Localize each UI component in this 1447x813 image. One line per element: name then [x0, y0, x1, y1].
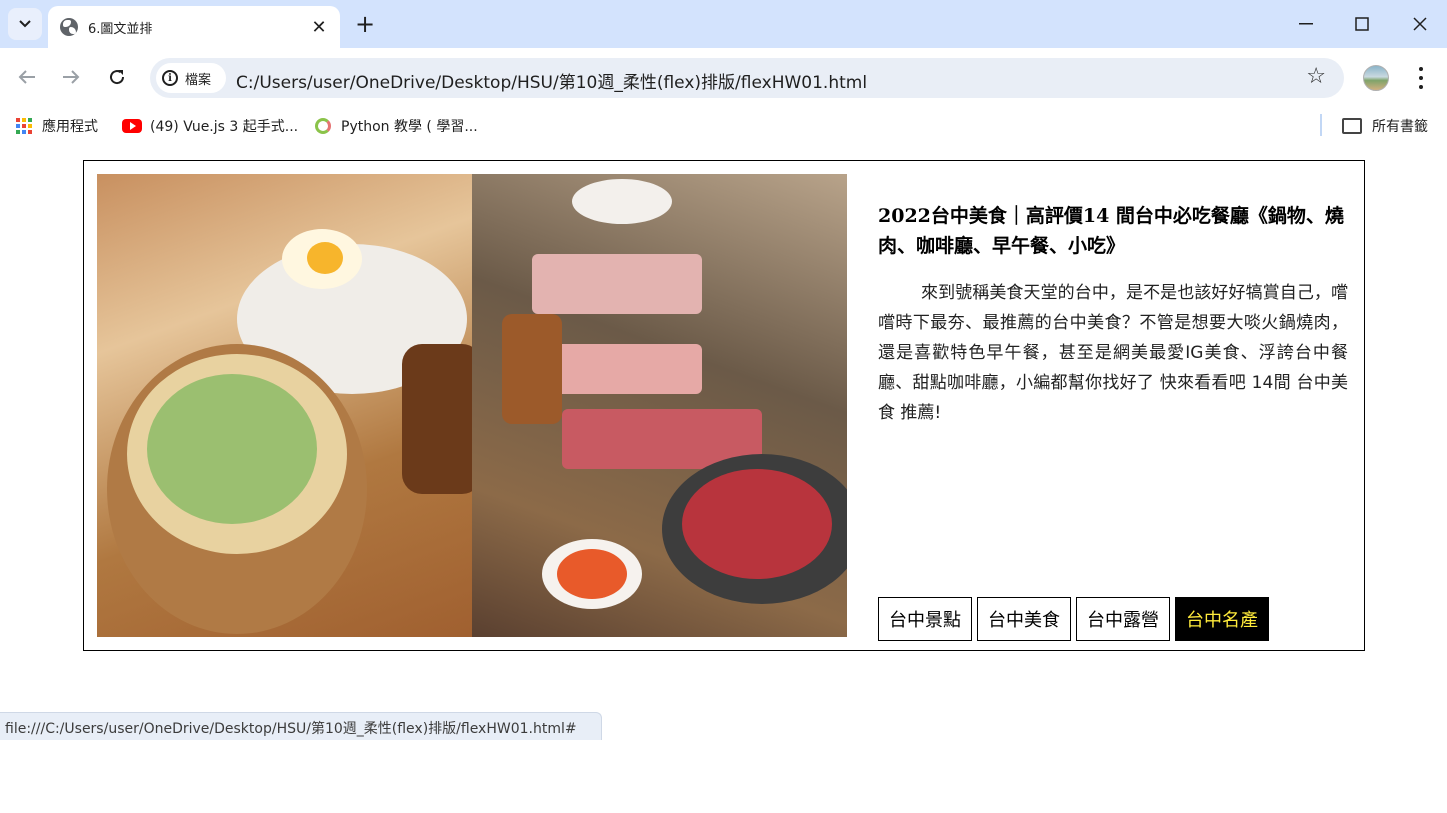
bookmarks-separator — [1320, 114, 1322, 136]
bookmark-label: Python 教學 ( 學習... — [341, 119, 478, 135]
bookmark-apps[interactable]: 應用程式 — [16, 116, 98, 136]
profile-avatar[interactable] — [1363, 65, 1389, 91]
globe-icon — [60, 18, 78, 36]
menu-dots-icon[interactable] — [1410, 64, 1432, 92]
arrow-right-icon — [63, 70, 80, 84]
bookmark-label: (49) Vue.js 3 起手式... — [150, 119, 299, 135]
chevron-down-icon — [19, 20, 31, 28]
bookmark-label: 應用程式 — [42, 119, 98, 135]
youtube-icon — [122, 119, 142, 133]
apps-grid-icon — [16, 118, 32, 134]
tag-button[interactable]: 台中景點 — [878, 597, 972, 641]
status-bar-url: file:///C:/Users/user/OneDrive/Desktop/H… — [0, 712, 602, 740]
maximize-icon — [1355, 17, 1369, 31]
article-text: 2022台中美食｜高評價14 間台中必吃餐廳《鍋物、燒肉、咖啡廳、早午餐、小吃》… — [878, 201, 1348, 428]
folder-icon — [1342, 118, 1362, 134]
all-bookmarks[interactable]: 所有書籤 — [1342, 116, 1428, 136]
site-info-chip[interactable]: i 檔案 — [156, 63, 226, 93]
tag-button[interactable]: 台中露營 — [1076, 597, 1170, 641]
browser-window: 6.圖文並排 ✕ + i 檔案 C:/Users/user/OneDrive/D… — [0, 0, 1447, 740]
bookmarks-bar: 應用程式 (49) Vue.js 3 起手式... Python 教學 ( 學習… — [0, 108, 1447, 142]
tag-button[interactable]: 台中美食 — [977, 597, 1071, 641]
info-icon: i — [162, 70, 178, 86]
page-content: 2022台中美食｜高評價14 間台中必吃餐廳《鍋物、燒肉、咖啡廳、早午餐、小吃》… — [0, 142, 1447, 740]
maximize-button[interactable] — [1342, 8, 1382, 40]
url-text[interactable]: C:/Users/user/OneDrive/Desktop/HSU/第10週_… — [236, 68, 867, 93]
address-bar[interactable]: i 檔案 C:/Users/user/OneDrive/Desktop/HSU/… — [150, 58, 1344, 98]
article-title: 2022台中美食｜高評價14 間台中必吃餐廳《鍋物、燒肉、咖啡廳、早午餐、小吃》 — [878, 205, 1344, 257]
python-icon — [315, 118, 331, 134]
forward-button[interactable] — [56, 62, 86, 92]
tab-strip: 6.圖文並排 ✕ + — [0, 0, 1447, 48]
article-card: 2022台中美食｜高評價14 間台中必吃餐廳《鍋物、燒肉、咖啡廳、早午餐、小吃》… — [83, 160, 1365, 651]
close-window-button[interactable] — [1400, 8, 1440, 40]
reload-button[interactable] — [102, 62, 132, 92]
tag-button-active[interactable]: 台中名產 — [1175, 597, 1269, 641]
arrow-left-icon — [18, 70, 35, 84]
toolbar: i 檔案 C:/Users/user/OneDrive/Desktop/HSU/… — [0, 48, 1447, 108]
tab-active[interactable]: 6.圖文並排 ✕ — [48, 6, 340, 48]
bookmark-vue[interactable]: (49) Vue.js 3 起手式... — [122, 116, 298, 136]
food-photo — [97, 174, 847, 637]
star-icon[interactable]: ☆ — [1306, 64, 1326, 89]
article-body: 來到號稱美食天堂的台中，是不是也該好好犒賞自己，嚐嚐時下最夯、最推薦的台中美食？… — [878, 283, 1348, 423]
security-label: 檔案 — [185, 72, 212, 88]
bookmark-python[interactable]: Python 教學 ( 學習... — [315, 116, 478, 136]
tab-search-button[interactable] — [8, 8, 42, 40]
tag-list: 台中景點 台中美食 台中露營 台中名產 — [878, 597, 1274, 641]
photo-right-half — [472, 174, 847, 637]
tab-title: 6.圖文並排 — [88, 21, 153, 37]
close-icon[interactable]: ✕ — [308, 16, 330, 38]
minimize-icon — [1299, 23, 1313, 25]
back-button[interactable] — [12, 62, 42, 92]
close-window-icon — [1413, 17, 1427, 31]
all-bookmarks-label: 所有書籤 — [1372, 119, 1428, 135]
minimize-button[interactable] — [1286, 8, 1326, 40]
photo-left-half — [97, 174, 482, 637]
reload-icon — [110, 70, 125, 85]
new-tab-button[interactable]: + — [352, 10, 378, 38]
